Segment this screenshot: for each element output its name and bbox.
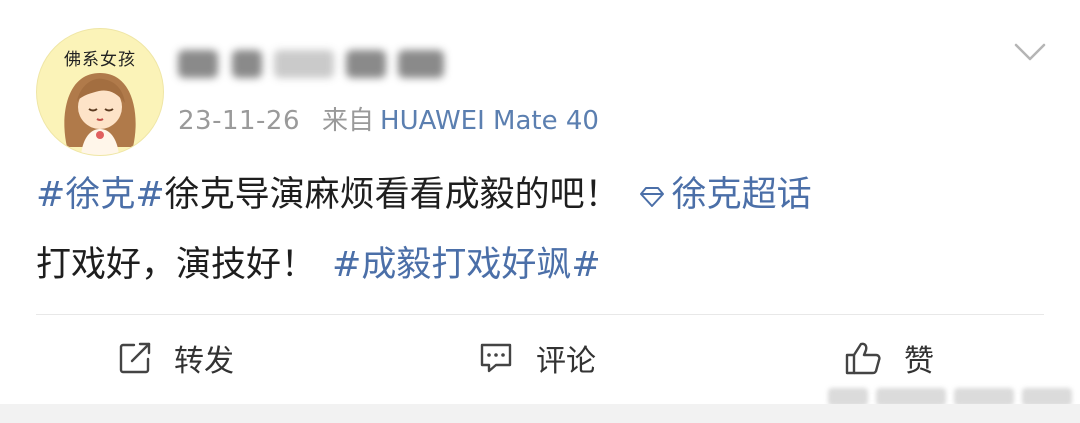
post-date: 23-11-26 <box>178 106 301 136</box>
avatar-illustration <box>64 73 136 155</box>
content-line-1: #徐克#徐克导演麻烦看看成毅的吧！ 徐克超话 <box>36 160 1046 230</box>
content-text: 打戏好，演技好！ <box>36 245 317 285</box>
content-line-2: 打戏好，演技好！ #成毅打戏好飒# <box>36 230 1046 300</box>
content-text: 徐克导演麻烦看看成毅的吧！ <box>164 175 620 215</box>
bottom-band <box>0 404 1080 423</box>
avatar[interactable]: 佛系女孩 <box>36 28 164 156</box>
repost-label: 转发 <box>174 344 234 379</box>
source-device[interactable]: HUAWEI Mate 40 <box>380 106 599 136</box>
comment-label: 评论 <box>536 344 596 379</box>
divider <box>36 314 1044 315</box>
diamond-icon <box>639 187 664 207</box>
super-topic-link[interactable]: 徐克超话 <box>638 175 812 215</box>
like-button[interactable]: 赞 <box>844 334 934 382</box>
comment-icon <box>480 343 512 373</box>
topic-link[interactable]: #成毅打戏好飒# <box>332 245 601 285</box>
chevron-down-icon[interactable] <box>1012 40 1048 64</box>
like-icon <box>845 342 881 375</box>
topic-link[interactable]: #徐克# <box>36 175 165 215</box>
post-content: #徐克#徐克导演麻烦看看成毅的吧！ 徐克超话 打戏好，演技好！ #成毅打戏好飒# <box>36 160 1046 300</box>
repost-button[interactable]: 转发 <box>118 334 234 382</box>
super-topic-label: 徐克超话 <box>671 175 812 215</box>
action-bar: 转发 评论 赞 <box>0 326 1080 390</box>
comment-button[interactable]: 评论 <box>478 334 596 382</box>
weibo-post: 佛系女孩 23-11-26 来自 HUAWEI Mate 40 #徐克#徐克导演… <box>0 0 1080 423</box>
repost-icon <box>119 342 151 374</box>
post-meta: 23-11-26 来自 HUAWEI Mate 40 <box>178 100 599 137</box>
like-label: 赞 <box>904 344 934 379</box>
username-redacted[interactable] <box>178 42 448 82</box>
source-prefix: 来自 <box>322 106 375 136</box>
